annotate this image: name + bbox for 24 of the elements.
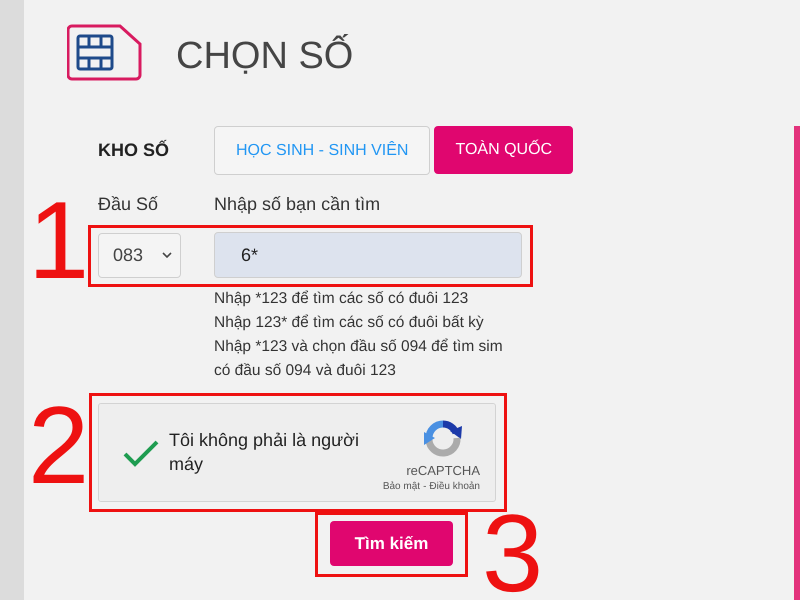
search-button[interactable]: Tìm kiếm — [330, 521, 453, 566]
captcha-brand: reCAPTCHA — [406, 463, 480, 479]
link-separator: - — [423, 481, 426, 493]
page-title: CHỌN SỐ — [176, 33, 354, 78]
prefix-select[interactable]: 083 — [98, 232, 181, 278]
captcha-label: Tôi không phải là người máy — [169, 428, 360, 476]
privacy-link[interactable]: Bảo mật — [382, 481, 420, 493]
chevron-down-icon — [162, 252, 172, 258]
number-input[interactable]: 6* — [214, 232, 522, 278]
hint-text: Nhập *123 để tìm các số có đuôi 123 — [214, 289, 470, 309]
step-number: 3 — [482, 514, 544, 594]
check-icon — [123, 438, 159, 466]
number-store-label: KHO SỐ — [98, 138, 170, 162]
hint-text: Nhập 123* để tìm các số có đuôi bất kỳ — [214, 313, 485, 333]
store-tab[interactable]: TOÀN QUỐC — [434, 126, 574, 174]
step-number: 2 — [28, 406, 90, 486]
sim-card-icon — [67, 24, 143, 81]
search-label: Nhập số bạn cần tìm — [214, 193, 380, 216]
terms-link[interactable]: Điều khoản — [429, 481, 480, 493]
circular-arrows-icon — [423, 418, 463, 458]
step-number: 1 — [28, 201, 90, 280]
captcha-checkbox[interactable] — [123, 438, 159, 466]
prefix-label: Đầu Số — [98, 193, 160, 216]
hint-text: Nhập *123 và chọn đầu số 094 để tìm sim có đầu số 094 và đuôi 123 — [214, 337, 504, 381]
